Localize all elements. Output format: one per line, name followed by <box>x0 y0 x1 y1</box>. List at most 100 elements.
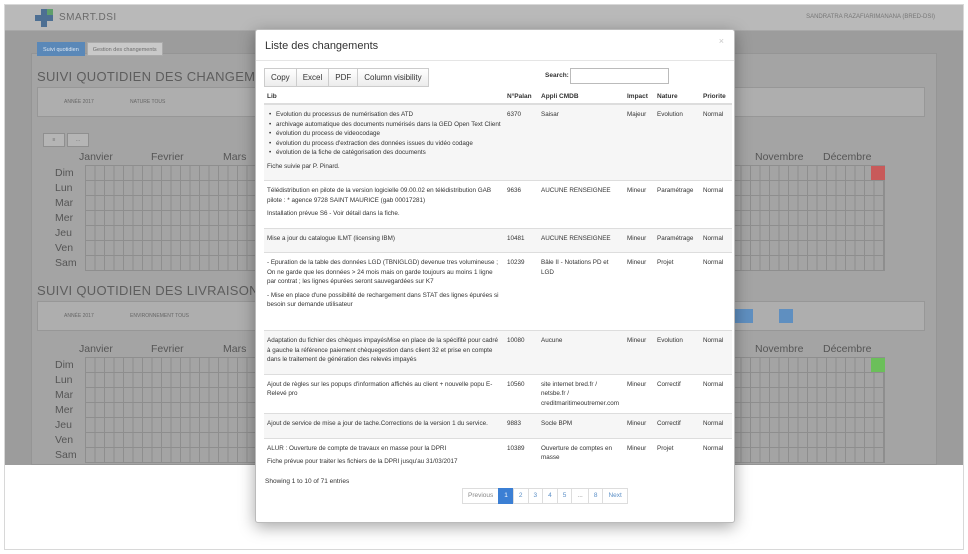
cell-impact: Majeur <box>624 103 654 181</box>
view-toggle-button[interactable]: ≡ <box>43 133 65 147</box>
lib-note: Ajout de service de mise a jour de tache… <box>267 420 488 427</box>
lib-bullet-item: évolution de la fiche de catégorisation … <box>276 148 501 158</box>
lib-note: Fiche prévue pour traiter les fichiers d… <box>267 458 458 465</box>
day-label: Ven <box>55 242 74 254</box>
search-label: Search: <box>545 72 569 79</box>
pagination-page[interactable]: 3 <box>527 488 544 504</box>
pagination-page[interactable]: 5 <box>556 488 573 504</box>
day-label: Dim <box>55 167 74 179</box>
changes-modal: Liste des changements × Copy Excel PDF C… <box>255 29 735 523</box>
month-label: Novembre <box>755 343 804 355</box>
table-row[interactable]: Evolution du processus de numérisation d… <box>264 103 732 181</box>
cell-impact: Mineur <box>624 252 654 331</box>
cell-priorite: Normal <box>700 103 732 181</box>
filter-annee[interactable]: ANNÉE 2017 <box>64 313 94 319</box>
pagination-page[interactable]: 2 <box>512 488 529 504</box>
cell-impact: Mineur <box>624 180 654 228</box>
table-header: Lib N°Palan Appli CMDB Impact Nature Pri… <box>264 89 732 105</box>
day-label: Mer <box>55 212 74 224</box>
cell-lib: Adaptation du fichier des chèques impayé… <box>264 330 504 374</box>
month-label: Fevrier <box>151 343 184 355</box>
filter-environnement[interactable]: ENVIRONNEMENT TOUS <box>130 313 189 319</box>
cell-palan: 10481 <box>504 227 538 253</box>
pagination-previous[interactable]: Previous <box>462 488 500 504</box>
pagination-next[interactable]: Next <box>602 488 628 504</box>
cell-palan: 10239 <box>504 252 538 331</box>
cell-impact: Mineur <box>624 330 654 374</box>
cell-palan: 9883 <box>504 413 538 438</box>
cell-nature: Evolution <box>654 330 700 374</box>
table-row[interactable]: Adaptation du fichier des chèques impayé… <box>264 330 732 374</box>
cell-priorite: Normal <box>700 437 732 476</box>
pagination-page[interactable]: 1 <box>498 488 514 504</box>
cell-palan: 10560 <box>504 373 538 414</box>
pagination-page: ... <box>571 488 589 504</box>
lib-bullet-list: Evolution du processus de numérisation d… <box>267 110 501 158</box>
next-button[interactable] <box>779 309 793 323</box>
cell-nature: Correctif <box>654 373 700 414</box>
cell-impact: Mineur <box>624 437 654 476</box>
cell-palan: 10389 <box>504 437 538 476</box>
lib-note: Installation prévue S6 - Voir détail dan… <box>267 210 400 217</box>
cell-priorite: Normal <box>700 413 732 438</box>
cell-lib: Ajout de service de mise a jour de tache… <box>264 413 504 438</box>
search-input[interactable] <box>570 68 669 84</box>
cell-nature: Projet <box>654 437 700 476</box>
lib-bullet-item: Evolution du processus de numérisation d… <box>276 110 501 120</box>
column-header-palan[interactable]: N°Palan <box>504 89 538 105</box>
cell-lib: ALUR : Ouverture de compte de travaux en… <box>264 437 504 476</box>
tab-gestion-changements[interactable]: Gestion des changements <box>86 42 163 56</box>
user-name[interactable]: SANDRATRA RAZAFIARIMANANA (BRED-DSI) <box>806 14 935 20</box>
view-alt-button[interactable]: … <box>67 133 89 147</box>
lib-note: - Mise en place d'une possibilité de rec… <box>267 291 499 309</box>
pagination: Previous 1 2 3 4 5... 8 Next <box>462 488 628 504</box>
column-header-appli[interactable]: Appli CMDB <box>538 89 624 105</box>
table-row[interactable]: Ajout de service de mise a jour de tache… <box>264 413 732 438</box>
heatmap-cell-highlight[interactable] <box>871 166 885 180</box>
filter-nature[interactable]: NATURE TOUS <box>130 99 165 105</box>
month-label: Fevrier <box>151 151 184 163</box>
column-header-nature[interactable]: Nature <box>654 89 700 105</box>
month-label: Décembre <box>823 343 872 355</box>
table-row[interactable]: Mise a jour du catalogue ILMT (licensing… <box>264 227 732 253</box>
cell-appli: Saisar <box>538 103 624 181</box>
tab-suivi-quotidien[interactable]: Suivi quotidien <box>37 42 85 56</box>
cell-priorite: Normal <box>700 373 732 414</box>
cell-lib: Ajout de règles sur les popups d'informa… <box>264 373 504 414</box>
table-row[interactable]: Télédistribution en pilote de la version… <box>264 180 732 228</box>
day-label: Dim <box>55 359 74 371</box>
table-row[interactable]: - Epuration de la table des données LGD … <box>264 252 732 331</box>
table-row[interactable]: ALUR : Ouverture de compte de travaux en… <box>264 437 732 476</box>
cell-priorite: Normal <box>700 252 732 331</box>
lib-note: - Epuration de la table des données LGD … <box>267 259 499 285</box>
column-header-impact[interactable]: Impact <box>624 89 654 105</box>
cell-lib: - Epuration de la table des données LGD … <box>264 252 504 331</box>
month-label: Janvier <box>79 151 113 163</box>
cell-nature: Paramétrage <box>654 180 700 228</box>
column-header-lib[interactable]: Lib <box>264 89 504 105</box>
browser-frame: SMART.DSI SANDRATRA RAZAFIARIMANANA (BRE… <box>4 4 964 550</box>
tab-bar: Suivi quotidien Gestion des changements <box>37 38 165 56</box>
cell-appli: Bâle II - Notations PD et LGD <box>538 252 624 331</box>
filter-annee[interactable]: ANNÉE 2017 <box>64 99 94 105</box>
pagination-page[interactable]: 4 <box>542 488 558 504</box>
column-visibility-button[interactable]: Column visibility <box>357 68 429 87</box>
heatmap-cell-highlight[interactable] <box>871 358 885 372</box>
pdf-button[interactable]: PDF <box>328 68 359 87</box>
excel-button[interactable]: Excel <box>295 68 330 87</box>
cell-palan: 10080 <box>504 330 538 374</box>
changes-table: Lib N°Palan Appli CMDB Impact Nature Pri… <box>264 89 732 476</box>
day-label: Sam <box>55 449 77 461</box>
column-header-priorite[interactable]: Priorite <box>700 89 732 105</box>
modal-title: Liste des changements <box>265 40 379 52</box>
table-row[interactable]: Ajout de règles sur les popups d'informa… <box>264 373 732 414</box>
close-icon[interactable]: × <box>719 36 724 46</box>
day-label: Ven <box>55 434 74 446</box>
cell-nature: Projet <box>654 252 700 331</box>
lib-note: Mise a jour du catalogue ILMT (licensing… <box>267 234 395 242</box>
lib-note: ALUR : Ouverture de compte de travaux en… <box>267 444 447 452</box>
month-label: Mars <box>223 151 247 163</box>
pagination-page[interactable]: 8 <box>587 488 604 504</box>
copy-button[interactable]: Copy <box>264 68 297 87</box>
brand-name: SMART.DSI <box>59 12 117 23</box>
